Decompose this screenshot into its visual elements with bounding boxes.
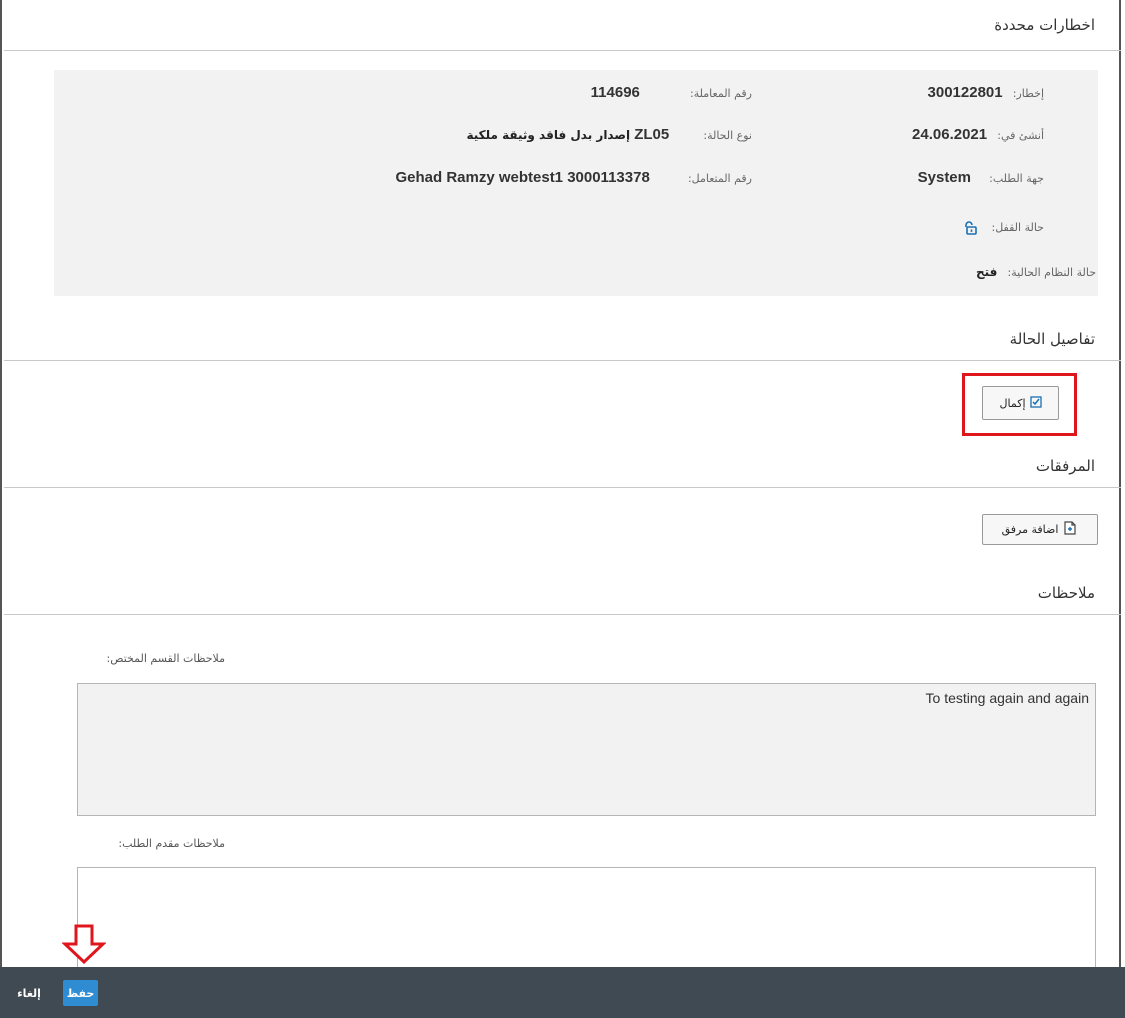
requester-field: جهة الطلب: System	[918, 169, 1044, 186]
down-arrow-annotation-icon	[62, 924, 106, 964]
requester-value: System	[917, 169, 971, 186]
divider	[4, 614, 1121, 615]
notification-value: 300122801	[927, 84, 1003, 101]
section-title-case-details: تفاصيل الحالة	[1009, 330, 1095, 348]
dealer-no-field: رقم المتعامل: Gehad Ramzy webtest1 30001…	[395, 169, 752, 186]
add-attachment-button[interactable]: اضافة مرفق	[982, 514, 1098, 545]
transaction-no-field: رقم المعاملة: 114696	[591, 84, 752, 101]
complete-icon	[1029, 395, 1042, 411]
applicant-notes-label: ملاحظات مقدم الطلب:	[118, 837, 225, 850]
department-notes-textarea[interactable]: To testing again and again	[77, 683, 1096, 816]
notification-header-panel: إخطار: 300122801 أنشئ في: 24.06.2021 جهة…	[54, 70, 1098, 296]
footer-toolbar: حفظ إلغاء	[0, 967, 1125, 1018]
divider	[4, 50, 1121, 51]
section-title-notes: ملاحظات	[1037, 584, 1095, 602]
notification-label: إخطار:	[1012, 87, 1044, 100]
case-type-text: إصدار بدل فاقد وثيقة ملكية	[466, 128, 631, 142]
system-status-value: فتح	[976, 265, 998, 279]
case-type-label: نوع الحالة:	[703, 129, 752, 142]
transaction-no-label: رقم المعاملة:	[690, 87, 752, 100]
complete-label: إكمال	[999, 396, 1026, 410]
department-notes-label: ملاحظات القسم المختص:	[106, 652, 225, 665]
dealer-no-label: رقم المتعامل:	[687, 172, 752, 185]
dealer-no-value: Gehad Ramzy webtest1 3000113378	[395, 169, 650, 186]
system-status-label: حالة النظام الحالية:	[1007, 266, 1096, 279]
cancel-button[interactable]: إلغاء	[12, 980, 46, 1006]
divider	[4, 487, 1121, 488]
section-title-notification: اخطارات محددة	[994, 16, 1095, 34]
divider	[4, 360, 1121, 361]
section-title-attachments: المرفقات	[1035, 457, 1095, 475]
lock-status-field: حالة القفل:	[963, 220, 1044, 235]
unlock-icon[interactable]	[963, 220, 978, 235]
requester-label: جهة الطلب:	[989, 172, 1044, 185]
created-on-field: أنشئ في: 24.06.2021	[912, 126, 1044, 143]
notification-field: إخطار: 300122801	[928, 84, 1044, 101]
system-status-field: حالة النظام الحالية: فتح	[976, 265, 1096, 280]
page-frame: اخطارات محددة إخطار: 300122801 أنشئ في: …	[0, 0, 1121, 1018]
transaction-no-value: 114696	[590, 84, 640, 101]
case-type-code: ZL05	[634, 126, 670, 143]
save-button[interactable]: حفظ	[63, 980, 98, 1006]
add-attachment-label: اضافة مرفق	[1001, 523, 1059, 536]
created-on-value: 24.06.2021	[912, 126, 988, 143]
lock-status-label: حالة القفل:	[991, 221, 1044, 234]
add-attachment-icon	[1062, 520, 1078, 539]
case-type-field: نوع الحالة: ZL05 إصدار بدل فاقد وثيقة مل…	[466, 126, 752, 143]
complete-button[interactable]: إكمال	[982, 386, 1059, 420]
created-on-label: أنشئ في:	[997, 129, 1044, 142]
applicant-notes-textarea[interactable]	[77, 867, 1096, 977]
